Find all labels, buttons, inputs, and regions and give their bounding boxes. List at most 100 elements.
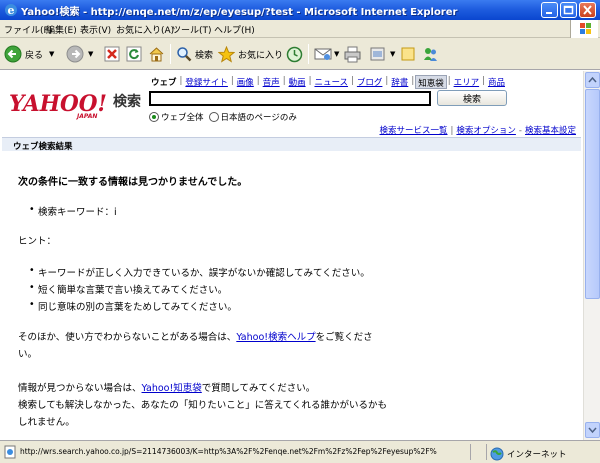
- edit-button[interactable]: ▼: [370, 43, 395, 65]
- history-icon: [286, 46, 303, 62]
- close-button[interactable]: [579, 2, 596, 18]
- minimize-button[interactable]: [541, 2, 558, 18]
- hint-item: 同じ意味の別の言葉をためしてみてください。: [29, 299, 237, 313]
- home-button[interactable]: [148, 43, 165, 65]
- menu-bar: ファイル(F) 編集(E) 表示(V) お気に入り(A) ツール(T) ヘルプ(…: [0, 20, 600, 38]
- back-arrow-icon: [4, 45, 22, 63]
- notepad-icon: [401, 47, 415, 61]
- search-toolbar-label: 検索: [195, 50, 214, 61]
- edit-page-icon: [370, 47, 385, 61]
- tab-video[interactable]: 動画: [287, 75, 308, 89]
- status-url: http://wrs.search.yahoo.co.jp/S=21147360…: [20, 447, 437, 456]
- scope-ja-radio[interactable]: [208, 112, 219, 122]
- discuss-button[interactable]: [400, 43, 416, 65]
- scroll-up-button[interactable]: [585, 72, 600, 88]
- no-results-heading: 次の条件に一致する情報は見つかりませんでした。: [18, 177, 248, 188]
- menu-view[interactable]: 表示(V): [80, 23, 111, 36]
- yahoo-logo-sub: JAPAN: [77, 113, 98, 120]
- menu-file[interactable]: ファイル(F): [4, 23, 52, 36]
- results-header: ウェブ検索結果: [2, 137, 581, 152]
- refresh-icon: [126, 46, 142, 62]
- star-icon: [218, 45, 235, 63]
- favorites-button[interactable]: お気に入り: [218, 43, 283, 65]
- tab-chiebukuro[interactable]: 知恵袋: [415, 75, 447, 89]
- mail-icon: [314, 48, 332, 60]
- menu-tools[interactable]: ツール(T): [172, 23, 212, 36]
- window-title: Yahoo!検索 - http://enqe.net/m/z/ep/eyesup…: [21, 7, 458, 18]
- hint-label: ヒント：: [18, 236, 57, 247]
- scroll-down-button[interactable]: [585, 422, 600, 438]
- link-services[interactable]: 検索サービス一覧: [380, 126, 448, 136]
- chiebukuro-text: 情報が見つからない場合は、Yahoo!知恵袋で質問してみてください。: [18, 383, 316, 394]
- tab-audio[interactable]: 音声: [261, 75, 282, 89]
- results-title: ウェブ検索結果: [13, 142, 73, 152]
- tab-web[interactable]: ウェブ: [149, 75, 179, 89]
- back-dropdown-icon[interactable]: ▼: [49, 50, 54, 58]
- refresh-button[interactable]: [126, 43, 142, 65]
- chiebukuro-link[interactable]: Yahoo!知恵袋: [142, 383, 202, 394]
- forward-dropdown-icon[interactable]: ▼: [88, 50, 93, 58]
- stop-button[interactable]: [104, 43, 120, 65]
- forward-button[interactable]: ▼: [66, 43, 93, 65]
- search-links: 検索サービス一覧 | 検索オプション - 検索基本設定: [379, 126, 577, 136]
- home-icon: [149, 46, 164, 61]
- favorites-label: お気に入り: [238, 50, 284, 61]
- tab-images[interactable]: 画像: [235, 75, 256, 89]
- globe-icon: [490, 447, 504, 461]
- tab-area[interactable]: エリア: [452, 75, 482, 89]
- search-input[interactable]: [149, 91, 431, 106]
- chiebukuro-text-line2: 検索しても解決しなかった、あなたの「知りたいこと」に答えてくれる誰かがいるかも: [18, 400, 387, 411]
- svg-text:e: e: [8, 4, 15, 17]
- print-button[interactable]: [344, 43, 361, 65]
- tab-blog[interactable]: ブログ: [355, 75, 385, 89]
- chiebukuro-text-line3: しれません。: [18, 417, 75, 428]
- back-button[interactable]: 戻る ▼: [4, 43, 54, 65]
- menu-favorites[interactable]: お気に入り(A): [116, 23, 174, 36]
- maximize-button[interactable]: [560, 2, 577, 18]
- search-button[interactable]: 検索: [437, 90, 507, 106]
- title-bar: e Yahoo!検索 - http://enqe.net/m/z/ep/eyes…: [0, 0, 600, 20]
- zone-label: インターネット: [507, 450, 567, 460]
- stop-icon: [104, 46, 120, 62]
- help-text-cont: い。: [18, 349, 38, 360]
- tab-news[interactable]: ニュース: [312, 75, 350, 89]
- mail-dropdown-icon[interactable]: ▼: [334, 50, 339, 58]
- tab-registered-sites[interactable]: 登録サイト: [183, 75, 230, 89]
- search-toolbar-button[interactable]: 検索: [176, 43, 213, 65]
- printer-icon: [344, 46, 361, 62]
- search-title: 検索: [113, 94, 141, 110]
- messenger-icon: [424, 47, 437, 61]
- page-icon: [4, 445, 16, 459]
- link-preferences[interactable]: 検索基本設定: [525, 126, 576, 136]
- help-text: そのほか、使い方でわからないことがある場合は、Yahoo!検索ヘルプをご覧くださ: [18, 332, 373, 343]
- scroll-up-icon: [588, 76, 597, 83]
- back-label: 戻る: [25, 50, 44, 61]
- history-button[interactable]: [286, 43, 303, 65]
- magnifier-icon: [177, 47, 192, 62]
- scroll-thumb[interactable]: [585, 89, 600, 299]
- toolbar: 戻る ▼ ▼ 検索 お気に入り ▼ ▼: [0, 38, 600, 70]
- ie-logo-icon: e: [5, 4, 17, 17]
- close-icon: [583, 5, 592, 15]
- vertical-scrollbar[interactable]: [583, 71, 600, 440]
- scope-all-label: ウェブ全体: [161, 113, 204, 123]
- scope-all-radio[interactable]: [149, 112, 159, 122]
- status-bar: http://wrs.search.yahoo.co.jp/S=21147360…: [0, 440, 600, 463]
- windows-flag-icon: [570, 20, 598, 38]
- hint-item: 短く簡単な言葉で言い換えてみてください。: [29, 282, 227, 296]
- link-options[interactable]: 検索オプション: [456, 126, 516, 136]
- menu-edit[interactable]: 編集(E): [46, 23, 77, 36]
- tab-dictionary[interactable]: 辞書: [389, 75, 410, 89]
- category-tabs: ウェブ | 登録サイト | 画像 | 音声 | 動画 | ニュース | ブログ | 辞書 | 知…: [149, 75, 507, 89]
- help-link[interactable]: Yahoo!検索ヘルプ: [236, 332, 315, 343]
- messenger-button[interactable]: [422, 43, 439, 65]
- forward-arrow-icon: [66, 45, 84, 63]
- scope-ja-label: 日本語のページのみ: [220, 113, 297, 123]
- minimize-icon: [546, 12, 552, 14]
- edit-dropdown-icon[interactable]: ▼: [390, 50, 395, 58]
- security-zone: インターネット: [490, 447, 567, 461]
- tab-shopping[interactable]: 商品: [486, 75, 507, 89]
- mail-button[interactable]: ▼: [314, 43, 339, 65]
- menu-help[interactable]: ヘルプ(H): [214, 23, 255, 36]
- maximize-icon: [563, 5, 574, 15]
